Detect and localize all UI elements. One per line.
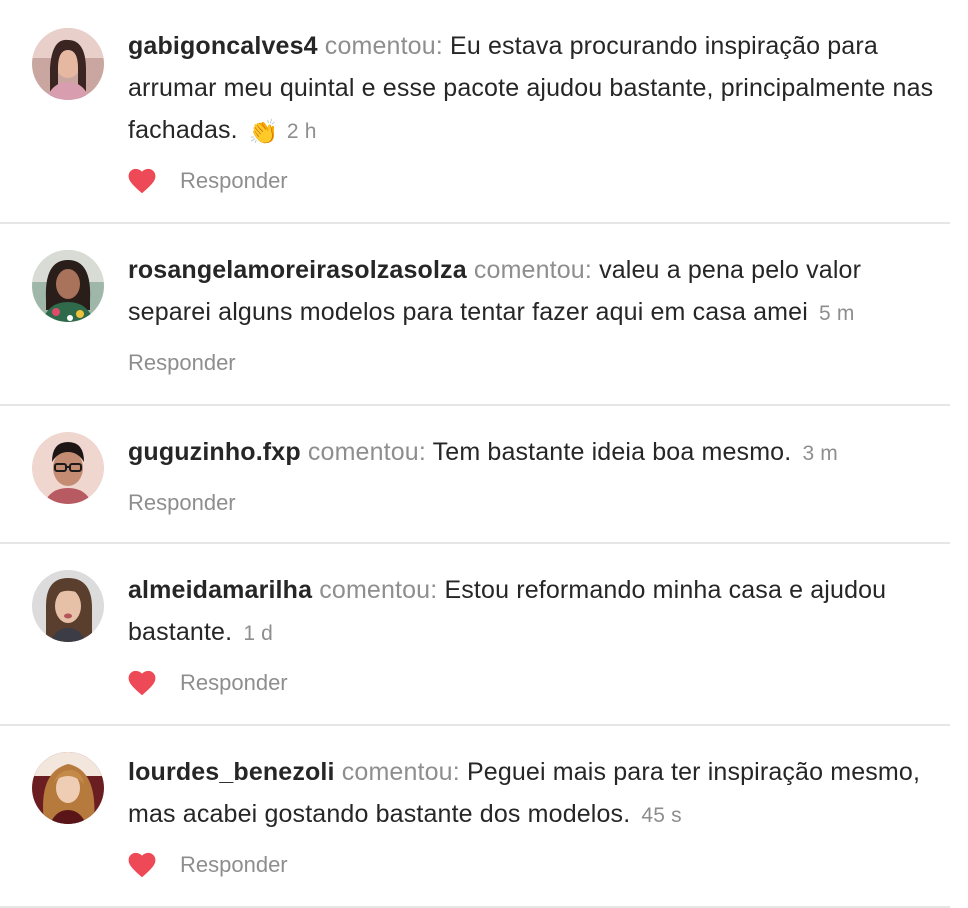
comment-time: 5 m [819,302,855,325]
comment-message: Tem bastante ideia boa mesmo. [432,438,792,466]
avatar-image [32,250,104,322]
comment-actions: Responder [128,166,288,196]
comment-body: almeidamarilha comentou: Estou reformand… [128,569,942,655]
heart-icon[interactable] [128,168,156,194]
comment-verb: comentou: [319,576,438,604]
comment-username[interactable]: gabigoncalves4 [128,32,318,60]
comment-actions: Responder [128,488,236,518]
comment-username[interactable]: guguzinho.fxp [128,438,301,466]
comment-item: guguzinho.fxp comentou: Tem bastante ide… [0,406,950,544]
reply-button[interactable]: Responder [180,168,288,194]
heart-icon[interactable] [128,852,156,878]
comment-body: lourdes_benezoli comentou: Peguei mais p… [128,751,942,837]
comment-item: almeidamarilha comentou: Estou reformand… [0,544,950,726]
comment-time: 1 d [243,622,273,645]
comment-body: rosangelamoreirasolzasolza comentou: val… [128,249,942,335]
comment-verb: comentou: [473,256,592,284]
reply-button[interactable]: Responder [180,852,288,878]
avatar-image [32,752,104,824]
reply-button[interactable]: Responder [128,350,236,376]
comment-list: gabigoncalves4 comentou: Eu estava procu… [0,0,968,908]
comment-text: guguzinho.fxp comentou: Tem bastante ide… [128,431,942,475]
avatar[interactable] [32,28,104,100]
avatar-image [32,28,104,100]
comment-verb: comentou: [341,758,460,786]
comment-item: gabigoncalves4 comentou: Eu estava procu… [0,0,950,224]
comment-time: 2 h [286,120,317,143]
avatar[interactable] [32,432,104,504]
comment-item: lourdes_benezoli comentou: Peguei mais p… [0,726,950,908]
comment-verb: comentou: [324,32,443,60]
comment-username[interactable]: almeidamarilha [128,576,312,604]
comment-text: almeidamarilha comentou: Estou reformand… [128,569,942,655]
heart-icon[interactable] [128,670,156,696]
avatar[interactable] [32,250,104,322]
avatar-image [32,570,104,642]
reply-button[interactable]: Responder [180,670,288,696]
avatar[interactable] [32,752,104,824]
comment-item: rosangelamoreirasolzasolza comentou: val… [0,224,950,406]
avatar[interactable] [32,570,104,642]
reply-button[interactable]: Responder [128,490,236,516]
comment-text: lourdes_benezoli comentou: Peguei mais p… [128,751,942,837]
comment-actions: Responder [128,348,236,378]
comment-username[interactable]: lourdes_benezoli [128,758,335,786]
comment-time: 3 m [802,442,838,465]
comment-verb: comentou: [307,438,426,466]
comment-time: 45 s [641,804,682,827]
comment-text: rosangelamoreirasolzasolza comentou: val… [128,249,942,335]
comment-actions: Responder [128,668,288,698]
clapping-hands-icon: 👏 [248,119,279,146]
comment-username[interactable]: rosangelamoreirasolzasolza [128,256,467,284]
comment-body: guguzinho.fxp comentou: Tem bastante ide… [128,431,942,475]
avatar-image [32,432,104,504]
comment-text: gabigoncalves4 comentou: Eu estava procu… [128,25,942,153]
comment-actions: Responder [128,850,288,880]
comment-body: gabigoncalves4 comentou: Eu estava procu… [128,25,942,153]
